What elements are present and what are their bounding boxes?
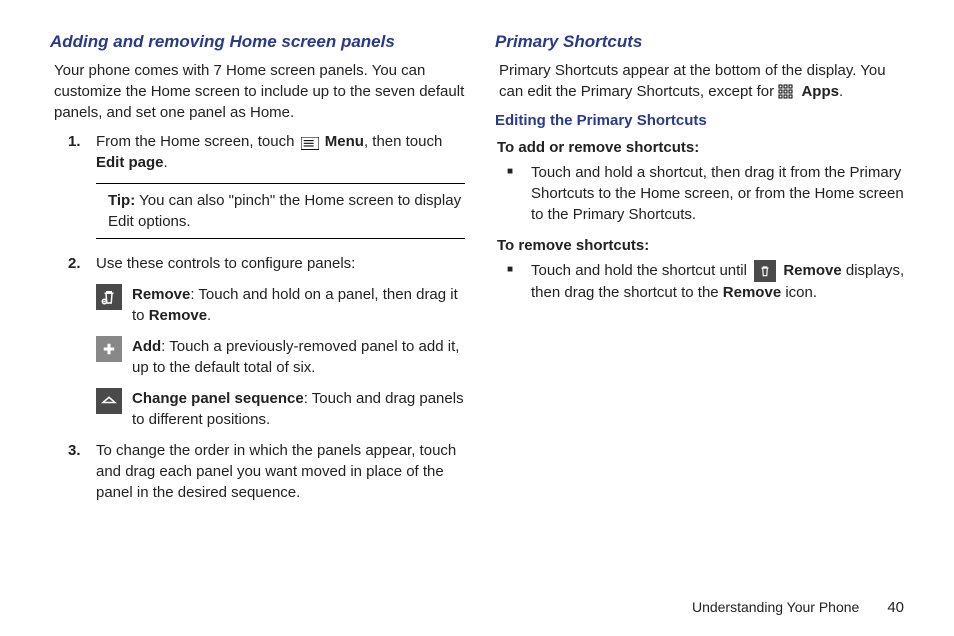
add-remove-text: Touch and hold a shortcut, then drag it … (531, 164, 904, 223)
left-column: Adding and removing Home screen panels Y… (50, 30, 465, 513)
step-2: Use these controls to configure panels: … (76, 253, 465, 430)
remove-icon (96, 284, 122, 310)
to-add-remove-heading: To add or remove shortcuts: (497, 137, 910, 158)
page-number: 40 (887, 599, 904, 616)
menu-label: Menu (325, 133, 364, 150)
intro-c: . (839, 83, 843, 100)
step1-text-a: From the Home screen, touch (96, 133, 299, 150)
remove-control-row: Remove: Touch and hold on a panel, then … (96, 284, 465, 326)
remove-label: Remove (132, 286, 190, 303)
apps-label: Apps (801, 83, 839, 100)
add-label: Add (132, 338, 161, 355)
add-control-row: Add: Touch a previously-removed panel to… (96, 336, 465, 378)
to-remove-heading: To remove shortcuts: (497, 235, 910, 256)
add-text: : Touch a previously-removed panel to ad… (132, 338, 459, 376)
step1-text-c: . (164, 154, 168, 171)
step2-text: Use these controls to configure panels: (96, 255, 355, 272)
remove-text2: . (207, 307, 211, 324)
tip-label: Tip: (108, 192, 135, 209)
subheading-editing: Editing the Primary Shortcuts (495, 110, 910, 131)
chapter-title: Understanding Your Phone (692, 599, 859, 615)
step-3: To change the order in which the panels … (76, 440, 465, 503)
right-column: Primary Shortcuts Primary Shortcuts appe… (495, 30, 910, 513)
apps-grid-icon (778, 84, 794, 100)
remove-bold: Remove (783, 262, 841, 279)
step3-text: To change the order in which the panels … (96, 442, 456, 501)
edit-page-label: Edit page (96, 154, 164, 171)
remove-shortcut-icon (754, 260, 776, 282)
heading-primary-shortcuts: Primary Shortcuts (495, 30, 910, 54)
tip-box: Tip: You can also "pinch" the Home scree… (96, 183, 465, 239)
add-icon (96, 336, 122, 362)
remove-t3: icon. (781, 284, 817, 301)
remove-bold-2: Remove (723, 284, 781, 301)
primary-intro: Primary Shortcuts appear at the bottom o… (499, 60, 910, 102)
step1-text-b: , then touch (364, 133, 442, 150)
intro-home-panels: Your phone comes with 7 Home screen pane… (54, 60, 465, 123)
remove-t1: Touch and hold the shortcut until (531, 262, 751, 279)
change-control-row: Change panel sequence: Touch and drag pa… (96, 388, 465, 430)
change-sequence-icon (96, 388, 122, 414)
page-footer: Understanding Your Phone 40 (692, 597, 904, 618)
menu-icon (301, 135, 319, 149)
heading-adding-removing: Adding and removing Home screen panels (50, 30, 465, 54)
step-1: From the Home screen, touch Menu, then t… (76, 131, 465, 239)
remove-item: Touch and hold the shortcut until Remove… (521, 260, 910, 303)
change-label: Change panel sequence (132, 390, 304, 407)
add-remove-item: Touch and hold a shortcut, then drag it … (521, 162, 910, 225)
remove-bold2: Remove (149, 307, 207, 324)
tip-text: You can also "pinch" the Home screen to … (108, 192, 461, 230)
